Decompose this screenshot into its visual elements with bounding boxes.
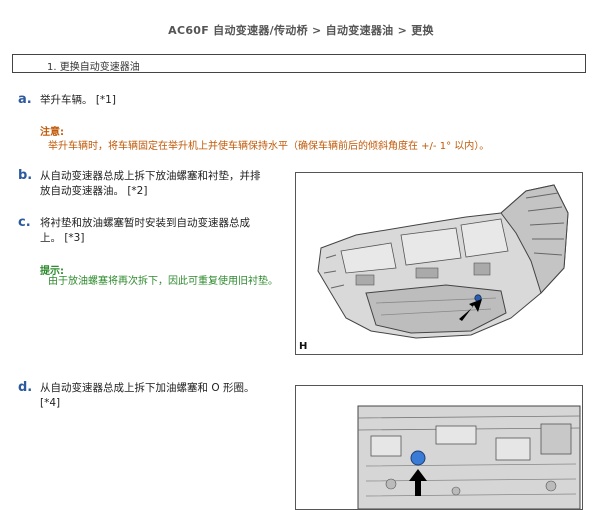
page-title: AC60F 自动变速器/传动桥 > 自动变速器油 > 更换 [168,24,434,37]
fill-plug-closeup-illustration-icon [357,405,581,509]
step-c-letter: c. [18,215,31,230]
figure-fill-plug [295,385,583,510]
step-a-text: 举升车辆。 [*1] [40,94,116,106]
step-b-letter: b. [18,168,33,183]
step-b-text-line2: 放自动变速器油。 [*2] [40,185,148,197]
figure-transmission: H [295,172,583,355]
step-a-letter: a. [18,92,32,107]
step-b-text-line1: 从自动变速器总成上拆下放油螺塞和衬垫，并排 [40,170,261,182]
step-d-letter: d. [18,380,33,395]
step-c-text-line2: 上。 [*3] [40,232,85,244]
step-c-text-line1: 将衬垫和放油螺塞暂时安装到自动变速器总成 [40,217,250,229]
step-d-text-line2: [*4] [40,397,61,409]
transmission-illustration-icon [317,184,569,339]
hint-text: 由于放油螺塞将再次拆下，因此可重复使用旧衬垫。 [48,276,278,287]
section-header: 1. 更换自动变速器油 [12,54,586,73]
section-label: 1. 更换自动变速器油 [47,62,140,73]
caution-text: 举升车辆时，将车辆固定在举升机上并使车辆保持水平（确保车辆前后的倾斜角度在 +/… [48,141,490,152]
caution-label: 注意: [40,127,64,138]
step-d-text-line1: 从自动变速器总成上拆下加油螺塞和 O 形圈。 [40,382,255,394]
figure-label: H [299,341,308,352]
